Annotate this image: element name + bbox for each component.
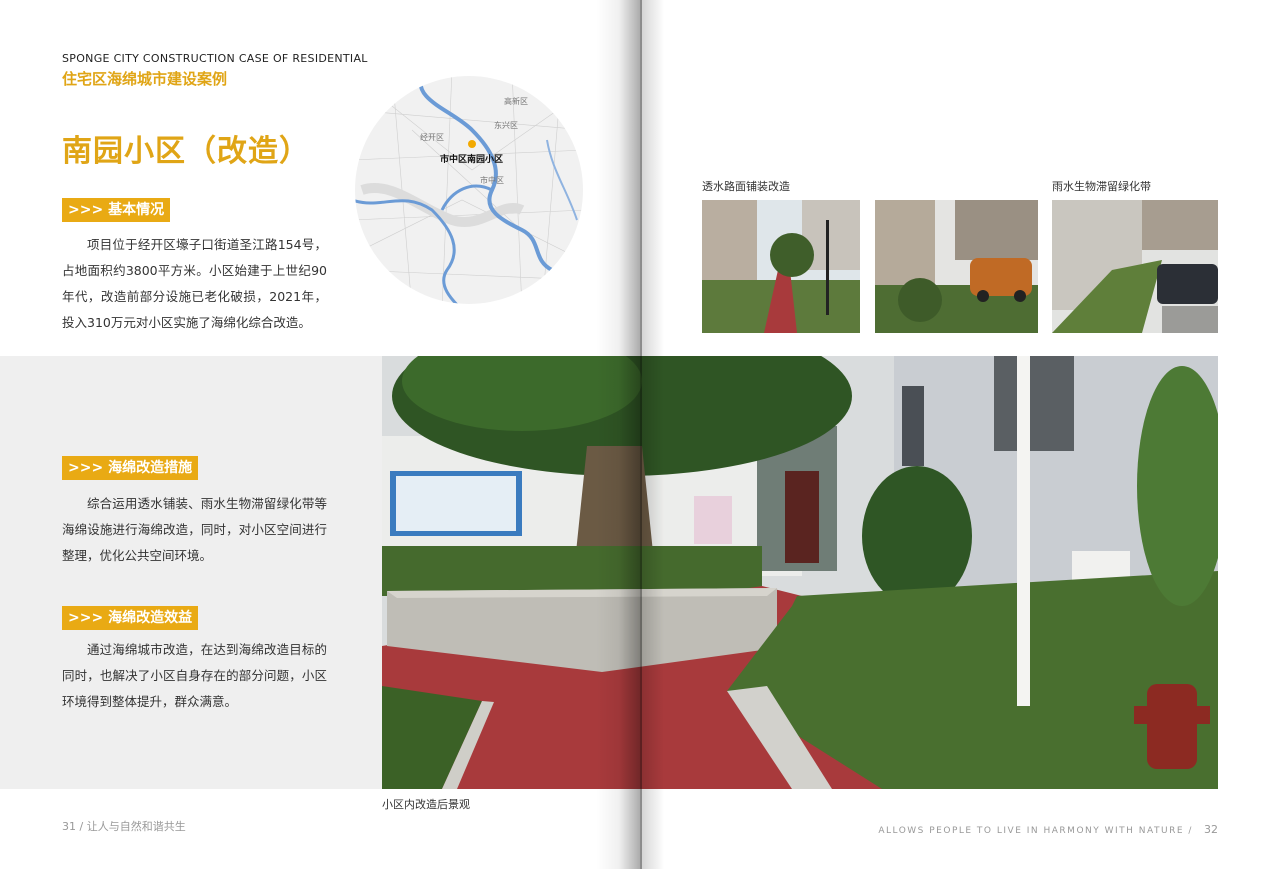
photo-parking-greenbelt (875, 200, 1038, 333)
section-tag-benefits: >>> 海绵改造效益 (62, 606, 199, 630)
caption-permeable-paving: 透水路面铺装改造 (702, 180, 790, 193)
map-label-gaoxin: 高新区 (504, 96, 528, 106)
caption-main-photo: 小区内改造后景观 (382, 798, 470, 811)
photo-bioretention-strip (1052, 200, 1218, 333)
book-spine-shadow-right (640, 0, 664, 869)
map-label-shizhong: 市中区 (480, 175, 504, 185)
left-page-number: 31 (62, 820, 76, 833)
photo-permeable-path (702, 200, 860, 333)
section-text-basic: 项目位于经开区壕子口街道圣江路154号，占地面积约3800平方米。小区始建于上世… (62, 237, 327, 330)
section-tag-basic: >>> 基本情况 (62, 198, 171, 222)
footer-right: ALLOWS PEOPLE TO LIVE IN HARMONY WITH NA… (878, 818, 1218, 837)
caption-bioretention: 雨水生物滞留绿化带 (1052, 180, 1151, 193)
map-highlight-label: 市中区南园小区 (440, 153, 503, 165)
left-footer-text: / 让人与自然和谐共生 (79, 820, 186, 833)
section-tag-measures: >>> 海绵改造措施 (62, 456, 199, 480)
header-english-title: SPONGE CITY CONSTRUCTION CASE OF RESIDEN… (62, 52, 368, 65)
section-text-measures: 综合运用透水铺装、雨水生物滞留绿化带等海绵设施进行海绵改造，同时，对小区空间进行… (62, 496, 327, 563)
book-spine-shadow-left (596, 0, 642, 869)
section-text-benefits: 通过海绵城市改造，在达到海绵改造目标的同时，也解决了小区自身存在的部分问题，小区… (62, 642, 327, 709)
right-footer-text: ALLOWS PEOPLE TO LIVE IN HARMONY WITH NA… (878, 826, 1193, 836)
header-chinese-title: 住宅区海绵城市建设案例 (62, 70, 228, 88)
map-label-jingkai: 经开区 (420, 132, 444, 142)
location-map: 高新区 东兴区 经开区 市中区 市中区南园小区 (352, 70, 586, 310)
project-title: 南园小区（改造） (62, 134, 310, 169)
map-label-dongxing: 东兴区 (494, 120, 518, 130)
right-page-number: 32 (1204, 823, 1218, 836)
map-location-marker (468, 140, 476, 148)
footer-left: 31 / 让人与自然和谐共生 (62, 818, 186, 834)
photo-main-landscape (382, 356, 1218, 789)
